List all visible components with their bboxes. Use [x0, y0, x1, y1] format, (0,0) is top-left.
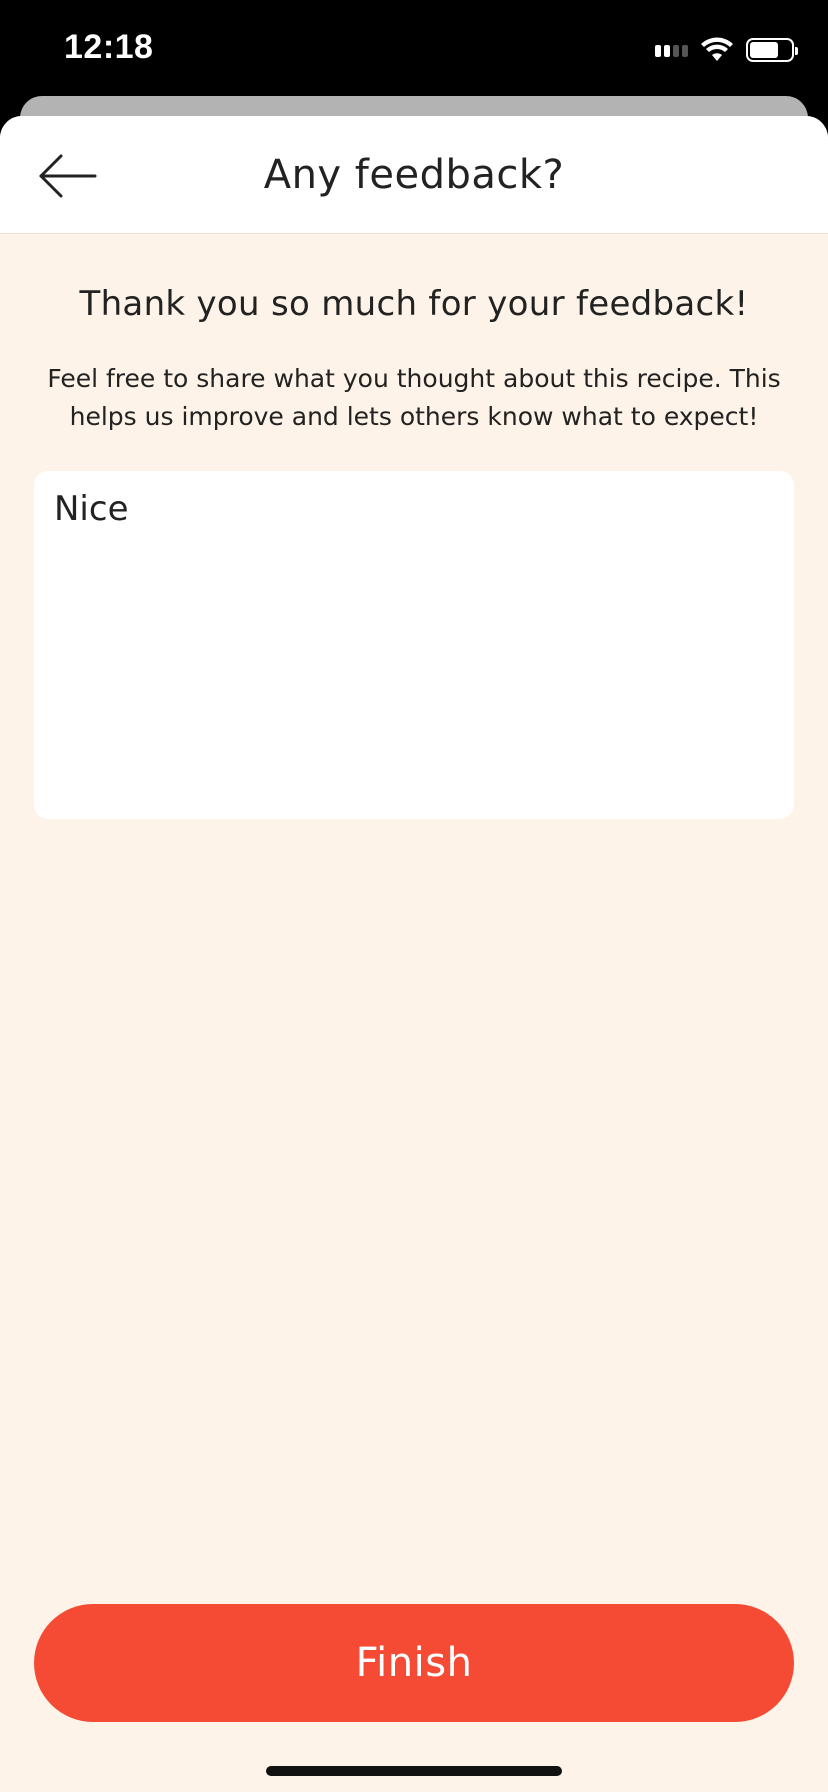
battery-icon — [746, 38, 798, 62]
cellular-signal-icon — [655, 43, 688, 57]
feedback-description: Feel free to share what you thought abou… — [47, 364, 781, 431]
finish-button[interactable]: Finish — [34, 1604, 794, 1722]
wifi-icon — [701, 37, 733, 61]
status-icons — [655, 36, 798, 64]
feedback-textarea[interactable]: Nice — [34, 471, 794, 819]
status-time: 12:18 — [64, 28, 154, 66]
home-indicator — [266, 1766, 562, 1776]
sheet-header: Any feedback? — [0, 116, 828, 234]
page-title: Any feedback? — [263, 152, 565, 198]
status-bar: 12:18 — [0, 0, 828, 100]
feedback-sheet: Any feedback? Thank you so much for your… — [0, 116, 828, 1792]
thank-you-heading: Thank you so much for your feedback! — [79, 284, 749, 324]
